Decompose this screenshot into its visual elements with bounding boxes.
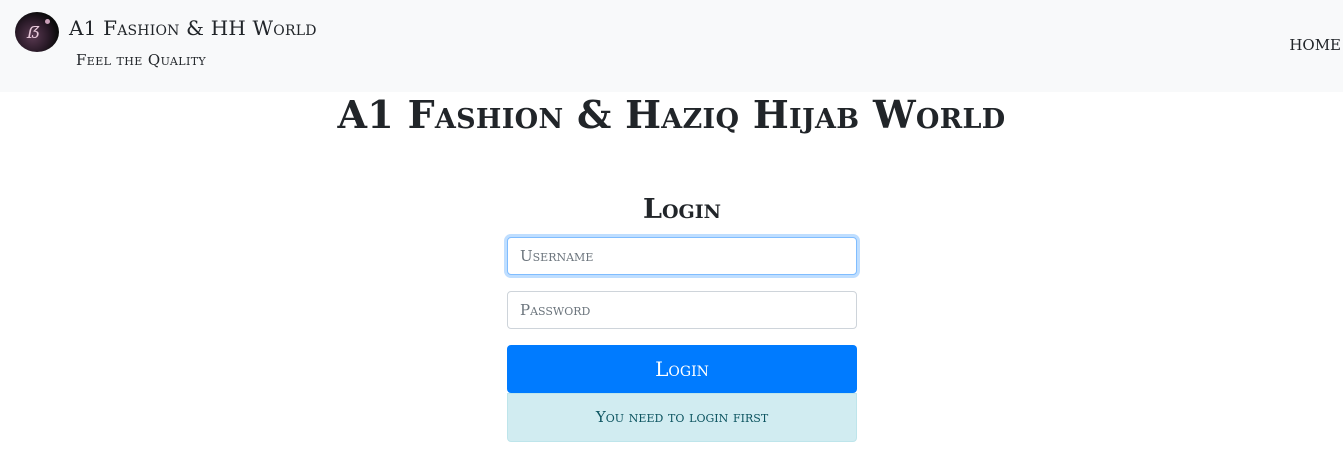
login-heading: Login (642, 194, 722, 225)
username-input[interactable] (507, 237, 857, 275)
login-required-alert: You need to login first (507, 393, 857, 442)
password-input[interactable] (507, 291, 857, 329)
login-button[interactable]: Login (507, 345, 857, 393)
page-title: A1 Fashion & Haziq Hijab World (337, 92, 1006, 137)
nav-link-home[interactable]: HOME (1289, 36, 1341, 54)
brand-logo-icon[interactable]: ẞ (15, 12, 59, 52)
navbar: ẞ A1 Fashion & HH World Feel the Quality… (0, 0, 1343, 92)
brand-tagline: Feel the Quality (76, 51, 207, 69)
brand-title[interactable]: A1 Fashion & HH World (69, 16, 317, 40)
